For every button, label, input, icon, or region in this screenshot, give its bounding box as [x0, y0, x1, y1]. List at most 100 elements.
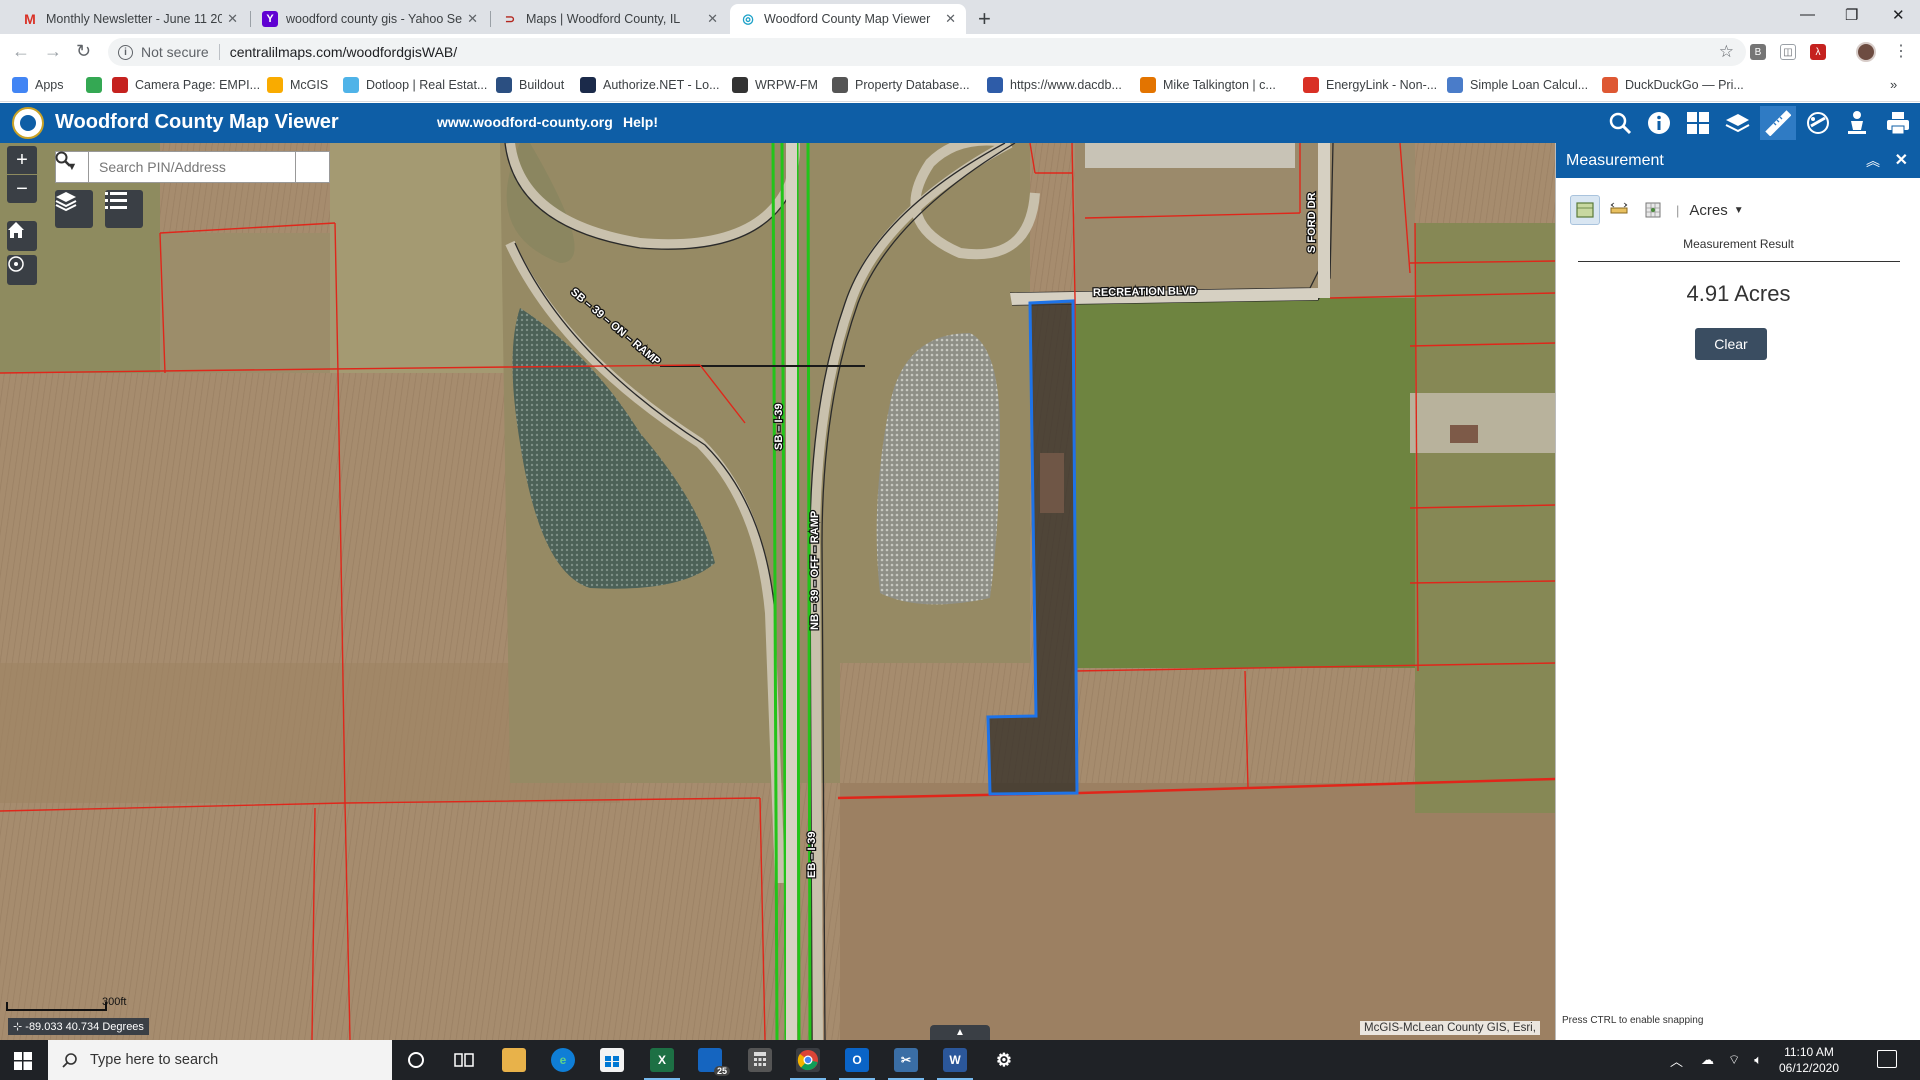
attribute-table-toggle[interactable]: ▲ [930, 1025, 990, 1040]
browser-tab-active[interactable]: ◎ Woodford County Map Viewer ✕ [730, 4, 966, 34]
gmail-icon: M [24, 11, 36, 27]
legend-button[interactable] [105, 190, 143, 228]
chevron-up-icon[interactable]: ︿ [1670, 1051, 1683, 1070]
network-icon[interactable]: ⌔ [1728, 1052, 1740, 1068]
bookmark-item[interactable]: WRPW-FM [732, 77, 818, 93]
draw-icon[interactable] [1804, 109, 1832, 137]
measure-icon[interactable] [1760, 106, 1796, 140]
address-bar[interactable]: i Not secure centralilmaps.com/woodfordg… [108, 38, 1746, 66]
bookmark-item[interactable]: Simple Loan Calcul... [1447, 77, 1588, 93]
bookmark-item[interactable] [86, 77, 109, 93]
browser-tab[interactable]: M Monthly Newsletter - June 11 20... ✕ [12, 4, 248, 34]
back-icon[interactable]: ← [12, 41, 30, 62]
mail-icon[interactable]: 25 [698, 1048, 730, 1076]
search-icon[interactable] [1606, 109, 1634, 137]
zoom-out-button[interactable]: − [7, 175, 37, 203]
bookmark-item[interactable]: Dotloop | Real Estat... [343, 77, 487, 93]
print-icon[interactable] [1884, 109, 1912, 137]
bookmark-item[interactable]: McGIS [267, 77, 328, 93]
file-explorer-icon[interactable] [502, 1048, 526, 1072]
browser-tab[interactable]: ⊃ Maps | Woodford County, IL ✕ [492, 4, 728, 34]
coordinate-icon[interactable]: ⊹ [13, 1021, 25, 1033]
bookmark-item[interactable]: https://www.dacdb... [987, 77, 1122, 93]
security-label: Not secure [141, 44, 209, 60]
bookmark-label: WRPW-FM [755, 78, 818, 92]
bookmark-favicon-icon [112, 77, 128, 93]
my-location-button[interactable] [7, 255, 37, 285]
bookmarks-overflow-button[interactable]: » [1890, 77, 1897, 92]
close-tab-icon[interactable]: ✕ [945, 11, 956, 27]
layer-list-button[interactable] [55, 190, 93, 228]
bookmark-item[interactable]: DuckDuckGo — Pri... [1602, 77, 1744, 93]
home-button[interactable] [7, 221, 37, 251]
apps-shortcut[interactable]: Apps [12, 77, 64, 93]
location-measure-icon[interactable] [1638, 195, 1668, 225]
bookmark-item[interactable]: Authorize.NET - Lo... [580, 77, 720, 93]
clear-button[interactable]: Clear [1695, 328, 1767, 360]
cortana-icon[interactable] [404, 1048, 428, 1072]
bookmark-label: McGIS [290, 78, 329, 92]
restore-icon[interactable]: ❐ [1845, 6, 1858, 24]
close-window-icon[interactable]: ✕ [1892, 6, 1905, 24]
download-icon[interactable] [1843, 109, 1871, 137]
measurement-panel: Measurement ︽ ✕ | Acres ▼ Measurement Re… [1555, 143, 1920, 1040]
basemap-gallery-icon[interactable] [1684, 109, 1712, 137]
help-link[interactable]: Help! [623, 114, 658, 130]
bookmark-favicon-icon [580, 77, 596, 93]
info-icon[interactable] [1645, 109, 1673, 137]
distance-measure-icon[interactable] [1604, 195, 1634, 225]
info-icon[interactable]: i [118, 44, 133, 60]
close-tab-icon[interactable]: ✕ [467, 11, 478, 27]
extension-icon[interactable]: B [1750, 44, 1766, 60]
taskbar-search[interactable]: Type here to search [48, 1040, 392, 1080]
map-view[interactable]: SB – 39 – ON – RAMP SB – I-39 NB – 39 – … [0, 143, 1555, 1040]
url-text[interactable]: centralilmaps.com/woodfordgisWAB/ [230, 44, 457, 60]
bookmark-item[interactable]: Camera Page: EMPI... [112, 77, 260, 93]
close-icon[interactable]: ✕ [1895, 150, 1908, 170]
minimize-icon[interactable]: — [1800, 6, 1815, 23]
store-icon[interactable] [600, 1048, 624, 1072]
browser-menu-icon[interactable]: ⋮ [1893, 41, 1909, 61]
system-clock[interactable]: 11:10 AM 06/12/2020 [1770, 1044, 1848, 1076]
forward-icon[interactable]: → [44, 41, 62, 62]
bookmark-item[interactable]: EnergyLink - Non-... [1303, 77, 1437, 93]
snipping-tool-icon[interactable]: ✂ [888, 1048, 924, 1080]
new-tab-button[interactable]: + [978, 6, 991, 32]
edge-icon[interactable]: e [551, 1048, 575, 1072]
unit-select[interactable]: Acres ▼ [1689, 202, 1743, 219]
word-icon[interactable]: W [937, 1048, 973, 1080]
bookmark-favicon-icon [832, 77, 848, 93]
county-website-link[interactable]: www.woodford-county.org [437, 114, 613, 130]
bookmark-favicon-icon [1303, 77, 1319, 93]
bookmark-item[interactable]: Property Database... [832, 77, 970, 93]
close-tab-icon[interactable]: ✕ [707, 11, 718, 27]
zoom-in-button[interactable]: + [7, 146, 37, 174]
settings-gear-icon[interactable]: ⚙ [992, 1048, 1016, 1072]
browser-tab[interactable]: Y woodford county gis - Yahoo Sea... ✕ [252, 4, 488, 34]
onedrive-icon[interactable]: ☁ [1701, 1052, 1714, 1068]
area-measure-icon[interactable] [1570, 195, 1600, 225]
reload-icon[interactable]: ↻ [76, 41, 91, 62]
tab-label: Monthly Newsletter - June 11 20... [46, 12, 222, 26]
windows-start-icon[interactable] [14, 1052, 32, 1070]
bookmark-item[interactable]: Buildout [496, 77, 564, 93]
task-view-icon[interactable] [452, 1048, 476, 1072]
volume-icon[interactable]: 🔈︎ [1754, 1052, 1762, 1068]
bookmark-label: Apps [35, 78, 64, 92]
notification-icon[interactable] [1877, 1050, 1897, 1068]
calculator-icon[interactable] [748, 1048, 772, 1072]
layers-icon[interactable] [1723, 109, 1751, 137]
collapse-icon[interactable]: ︽ [1866, 151, 1880, 171]
profile-avatar[interactable] [1856, 42, 1876, 62]
outlook-icon[interactable]: O [839, 1048, 875, 1080]
excel-icon[interactable]: X [644, 1048, 680, 1080]
close-tab-icon[interactable]: ✕ [227, 11, 238, 27]
bookmark-star-icon[interactable]: ☆ [1719, 42, 1734, 62]
bookmark-favicon-icon [343, 77, 359, 93]
search-button[interactable] [55, 151, 330, 183]
chrome-icon[interactable] [790, 1048, 826, 1080]
bookmark-item[interactable]: Mike Talkington | c... [1140, 77, 1276, 93]
extension-icon[interactable]: ◫ [1780, 44, 1796, 60]
search-input[interactable] [89, 151, 296, 183]
pdf-extension-icon[interactable]: λ [1810, 44, 1826, 60]
